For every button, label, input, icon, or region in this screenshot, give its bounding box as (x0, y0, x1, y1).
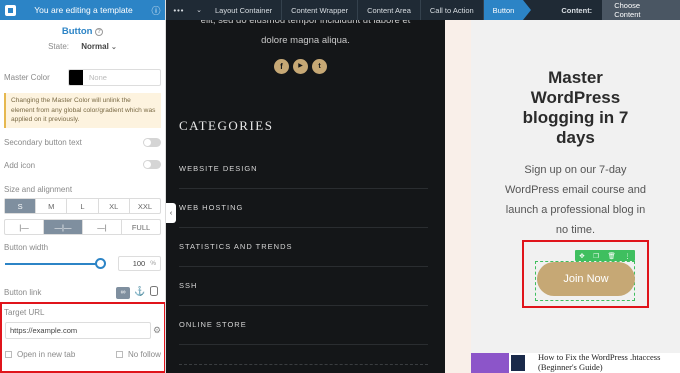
category-link-online-store[interactable]: ONLINE STORE (179, 306, 428, 345)
breadcrumb-button[interactable]: Button (483, 0, 531, 20)
color-swatch[interactable] (69, 69, 83, 85)
panel-header-title: You are editing a template (34, 5, 133, 15)
width-row: Button width (4, 242, 161, 252)
slider-handle[interactable] (95, 258, 106, 269)
element-title-row: Button ? (0, 26, 165, 37)
breadcrumb-layout-container[interactable]: Layout Container (206, 0, 283, 20)
post-card[interactable]: How to Fix the WordPress .htaccess (Begi… (471, 352, 680, 373)
collapse-panel-icon[interactable]: ‹ (166, 203, 176, 223)
content-label: Content: (561, 5, 593, 15)
youtube-icon[interactable]: ▶ (293, 59, 308, 74)
lorem-line: dolore magna aliqua. (261, 35, 350, 46)
twitter-icon[interactable]: t (312, 59, 327, 74)
link-settings-highlight (0, 302, 165, 373)
master-color-label: Master Color (4, 72, 50, 82)
secondary-text-toggle[interactable] (143, 138, 161, 147)
size-s-button[interactable]: S (5, 199, 37, 213)
category-link-ssh[interactable]: SSH (179, 267, 428, 306)
align-center-icon: ―|― (54, 222, 72, 232)
width-input[interactable]: 100 % (118, 256, 161, 271)
size-label: Size and alignment (4, 184, 73, 194)
width-slider[interactable] (5, 258, 106, 269)
categories-list: WEBSITE DESIGN WEB HOSTING STATISTICS AN… (179, 150, 428, 345)
master-color-picker[interactable]: None (68, 68, 161, 86)
align-right-icon: ―| (97, 222, 107, 232)
size-xl-button[interactable]: XL (99, 199, 130, 213)
alignment-selector: |― ―|― ―| FULL (4, 219, 161, 235)
post-thumbnail[interactable] (471, 353, 509, 373)
more-options-icon[interactable]: ••• (166, 6, 192, 15)
post-thumbnail-detail (511, 355, 525, 371)
element-title: Button (61, 26, 93, 37)
add-icon-row: Add icon (4, 160, 161, 170)
cta-title-line: days (556, 128, 595, 147)
breadcrumb-toolbar: ••• ⌄ Layout Container Content Wrapper C… (166, 0, 680, 20)
bottom-divider (179, 364, 428, 365)
thrive-logo-icon[interactable] (0, 0, 20, 20)
width-label: Button width (4, 242, 49, 252)
category-link-web-hosting[interactable]: WEB HOSTING (179, 189, 428, 228)
align-left-button[interactable]: |― (5, 220, 44, 234)
cta-body: Sign up on our 7-day WordPress email cou… (471, 160, 680, 240)
align-right-button[interactable]: ―| (83, 220, 122, 234)
cta-title: Master WordPress blogging in 7 days (471, 68, 680, 148)
post-title-line: How to Fix the WordPress .htaccess (538, 352, 661, 362)
master-color-value[interactable]: None (83, 70, 107, 85)
cta-body-line: WordPress email course and (504, 184, 647, 196)
category-link-statistics[interactable]: STATISTICS AND TRENDS (179, 228, 428, 267)
state-label: State: (48, 42, 69, 51)
breadcrumb-content-wrapper[interactable]: Content Wrapper (282, 0, 359, 20)
align-left-icon: |― (19, 222, 29, 232)
size-m-button[interactable]: M (36, 199, 68, 213)
cta-title-line: WordPress (530, 88, 621, 107)
warning-text: Changing the Master Color will unlink th… (11, 97, 156, 123)
chevron-down-icon[interactable]: ⌄ (192, 6, 206, 14)
align-full-button[interactable]: FULL (122, 220, 160, 234)
post-title[interactable]: How to Fix the WordPress .htaccess (Begi… (538, 352, 660, 372)
add-icon-label: Add icon (4, 160, 36, 170)
social-icons: f ▶ t (274, 59, 327, 74)
breadcrumb-content-area[interactable]: Content Area (358, 0, 421, 20)
breadcrumb-call-to-action[interactable]: Call to Action (421, 0, 484, 20)
align-center-button[interactable]: ―|― (44, 220, 83, 234)
categories-title: CATEGORIES (179, 118, 274, 133)
link-label: Button link (4, 287, 42, 297)
width-value: 100 (132, 259, 146, 268)
join-button-highlight (522, 240, 649, 308)
cta-body-line: no time. (555, 224, 596, 236)
anchor-icon[interactable]: ⚓ (134, 286, 145, 297)
database-icon[interactable] (150, 286, 158, 296)
state-row: State: Normal ⌄ (0, 42, 165, 51)
size-l-button[interactable]: L (67, 199, 99, 213)
cta-title-line: blogging in 7 (522, 108, 629, 127)
cta-title-line: Master (548, 68, 603, 87)
cta-body-line: launch a professional blog in (505, 204, 646, 216)
choose-content-button[interactable]: Choose Content (602, 0, 680, 20)
master-color-warning: Changing the Master Color will unlink th… (4, 93, 161, 128)
state-value: Normal (81, 42, 109, 51)
link-icon[interactable]: ∞ (116, 287, 130, 299)
lorem-line: elit, sed do eiusmod tempor incididunt u… (200, 20, 411, 26)
info-icon[interactable]: ⓘ (147, 4, 165, 17)
post-title-line: (Beginner's Guide) (538, 362, 603, 372)
size-xxl-button[interactable]: XXL (130, 199, 160, 213)
master-color-row: Master Color None (4, 68, 161, 86)
secondary-text-label: Secondary button text (4, 137, 82, 147)
facebook-icon[interactable]: f (274, 59, 289, 74)
cta-section: Master WordPress blogging in 7 days Sign… (445, 20, 680, 373)
panel-header: You are editing a template ⓘ (0, 0, 165, 20)
editor-panel: You are editing a template ⓘ Button ? St… (0, 0, 166, 373)
chevron-down-icon: ⌄ (111, 44, 117, 51)
lorem-text: elit, sed do eiusmod tempor incididunt u… (166, 20, 445, 51)
width-unit: % (150, 260, 156, 267)
size-row: Size and alignment (4, 184, 161, 194)
cta-body-line: Sign up on our 7-day (524, 164, 627, 176)
state-dropdown[interactable]: Normal ⌄ (81, 42, 117, 51)
category-link-website-design[interactable]: WEBSITE DESIGN (179, 150, 428, 189)
size-selector: S M L XL XXL (4, 198, 161, 214)
secondary-text-row: Secondary button text (4, 137, 161, 147)
dark-footer-section: elit, sed do eiusmod tempor incididunt u… (166, 20, 445, 373)
help-icon[interactable]: ? (95, 28, 104, 36)
add-icon-toggle[interactable] (143, 160, 161, 169)
